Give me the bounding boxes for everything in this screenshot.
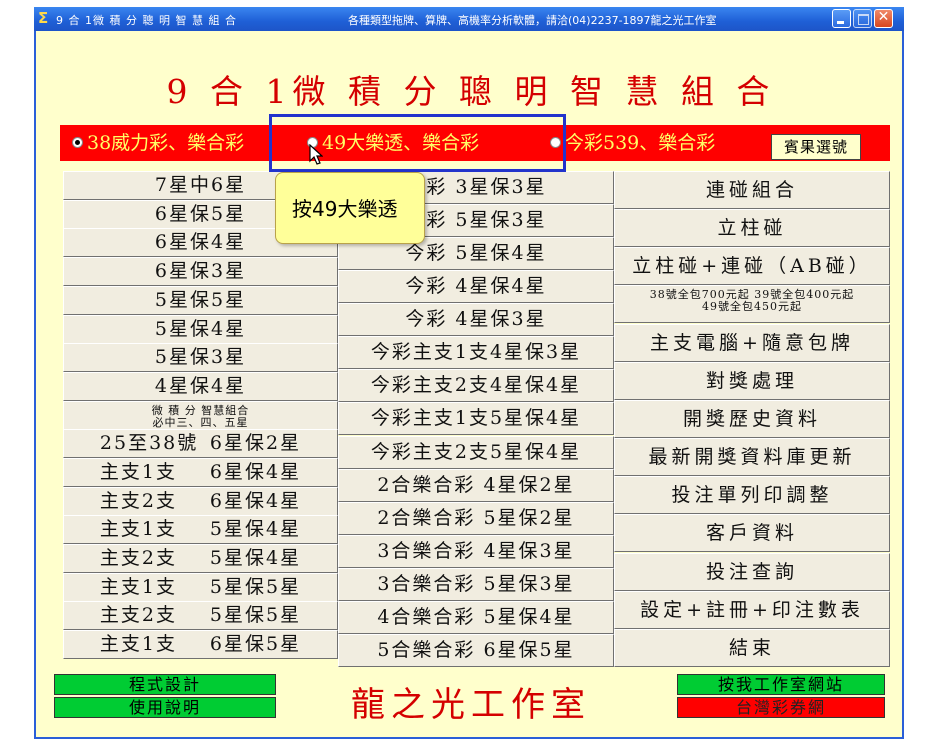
combo-button[interactable]: 5星保4星 [63, 315, 338, 344]
app-window: Σ 9 合 1微 積 分 聰 明 智 慧 組 合 各種類型拖牌、算牌、高機率分析… [34, 7, 904, 739]
window-title-ad: 各種類型拖牌、算牌、高機率分析軟體，請洽(04)2237-1897龍之光工作室 [348, 14, 717, 27]
combo-rule-label: 6星保4星 [209, 461, 302, 483]
full-pack-price-button[interactable]: 38號全包700元起 39號全包400元起 49號全包450元起 [614, 285, 890, 323]
function-button[interactable]: 連碰組合 [614, 171, 890, 209]
combo-scope-label: 主支1支 [99, 576, 177, 598]
combo-rule-label: 5星保5星 [209, 576, 302, 598]
combo-scope-label: 主支1支 [99, 518, 177, 540]
combo-scope-label: 主支1支 [99, 633, 177, 655]
daily-combo-button[interactable]: 今彩主支2支4星保4星 [338, 369, 614, 402]
footer: 程式設計 使用說明 龍之光工作室 按我工作室網站 台灣彩券網 [36, 667, 906, 739]
radio-dot-icon [72, 136, 83, 148]
daily-combo-button[interactable]: 今彩主支1支5星保4星 [338, 402, 614, 435]
main-title: 9 合 1微 積 分 聰 明 智 慧 組 合 [166, 72, 776, 111]
combo-button[interactable]: 主支1支 5星保4星 [63, 515, 338, 544]
combo-button[interactable]: 6星保3星 [63, 257, 338, 286]
function-button[interactable]: 立柱碰+連碰（AB碰） [614, 247, 890, 285]
function-button[interactable]: 結束 [614, 629, 890, 667]
combo-button[interactable]: 5星保5星 [63, 286, 338, 315]
function-grid: 7星中6星 6星保5星 6星保4星 6星保3星 5星保5星 5星保4星 5星保3星 4星保4星… [63, 171, 890, 667]
function-button[interactable]: 投注單列印調整 [614, 476, 890, 514]
combo-scope-label: 25至38號 [99, 432, 199, 454]
combo-rule-label: 6星保2星 [209, 432, 302, 454]
close-icon: ✕ [877, 9, 890, 25]
title-bar[interactable]: Σ 9 合 1微 積 分 聰 明 智 慧 組 合 各種類型拖牌、算牌、高機率分析… [34, 7, 904, 31]
daily-combo-button[interactable]: 今彩 4星保3星 [338, 303, 614, 336]
daily-combo-button[interactable]: 2合樂合彩 4星保2星 [338, 469, 614, 502]
radio-label: 今彩539、樂合彩 [565, 132, 716, 154]
function-button[interactable]: 最新開獎資料庫更新 [614, 438, 890, 476]
bingo-pick-button[interactable]: 賓果選號 [771, 134, 861, 160]
daily-combo-button[interactable]: 3合樂合彩 4星保3星 [338, 535, 614, 568]
combo-button[interactable]: 5星保3星 [63, 343, 338, 372]
combo-rule-label: 6星保5星 [209, 633, 302, 655]
combo-rule-label: 6星保4星 [209, 490, 302, 512]
calculus-combo-button[interactable]: 微 積 分 智慧組合 必中三、四、五星 [63, 401, 338, 430]
calculus-combo-label: 必中三、四、五星 [152, 416, 249, 429]
maximize-button[interactable] [853, 9, 872, 28]
taiwan-lottery-button[interactable]: 台灣彩券網 [677, 697, 885, 718]
combo-button[interactable]: 主支1支 5星保5星 [63, 573, 338, 602]
daily-combo-button[interactable]: 5合樂合彩 6星保5星 [338, 634, 614, 667]
function-button[interactable]: 主支電腦+隨意包牌 [614, 324, 890, 362]
daily-combo-button[interactable]: 今彩 4星保4星 [338, 270, 614, 303]
usage-guide-button[interactable]: 使用說明 [54, 697, 276, 718]
combo-button[interactable]: 4星保4星 [63, 372, 338, 401]
mouse-cursor-icon [309, 144, 323, 165]
function-button[interactable]: 客戶資料 [614, 514, 890, 552]
combo-scope-label: 主支2支 [99, 547, 177, 569]
sigma-app-icon: Σ [38, 9, 49, 27]
minimize-button[interactable] [832, 9, 851, 28]
combo-button[interactable]: 主支2支 6星保4星 [63, 487, 338, 516]
price-info-label: 49號全包450元起 [702, 300, 802, 313]
window-title: 9 合 1微 積 分 聰 明 智 慧 組 合 [56, 14, 237, 27]
radio-label: 38威力彩、樂合彩 [87, 132, 245, 154]
studio-website-button[interactable]: 按我工作室網站 [677, 674, 885, 695]
tooltip-callout: 按49大樂透 [275, 172, 425, 244]
combo-button[interactable]: 主支1支 6星保5星 [63, 630, 338, 659]
daily-combo-button[interactable]: 3合樂合彩 5星保3星 [338, 568, 614, 601]
function-button[interactable]: 對獎處理 [614, 362, 890, 400]
function-button[interactable]: 開獎歷史資料 [614, 400, 890, 438]
combo-button[interactable]: 主支2支 5星保5星 [63, 601, 338, 630]
daily-combo-button[interactable]: 今彩主支2支5星保4星 [338, 436, 614, 469]
combo-rule-label: 5星保4星 [209, 518, 302, 540]
function-button[interactable]: 立柱碰 [614, 209, 890, 247]
close-button[interactable]: ✕ [874, 9, 893, 28]
combo-button[interactable]: 主支1支 6星保4星 [63, 458, 338, 487]
combo-scope-label: 主支1支 [99, 461, 177, 483]
combo-rule-label: 5星保4星 [209, 547, 302, 569]
radio-539-daily[interactable]: 今彩539、樂合彩 [550, 132, 715, 154]
function-button[interactable]: 設定+註冊+印注數表 [614, 591, 890, 629]
combo-rule-label: 5星保5星 [209, 604, 302, 626]
studio-name: 龍之光工作室 [351, 685, 591, 725]
daily-combo-button[interactable]: 2合樂合彩 5星保2星 [338, 502, 614, 535]
combo-scope-label: 主支2支 [99, 604, 177, 626]
combo-button[interactable]: 25至38號 6星保2星 [63, 429, 338, 458]
program-design-button[interactable]: 程式設計 [54, 674, 276, 695]
daily-combo-button[interactable]: 4合樂合彩 5星保4星 [338, 601, 614, 634]
daily-combo-button[interactable]: 今彩主支1支4星保3星 [338, 336, 614, 369]
combo-scope-label: 主支2支 [99, 490, 177, 512]
radio-38-power[interactable]: 38威力彩、樂合彩 [72, 132, 244, 154]
combo-button[interactable]: 主支2支 5星保4星 [63, 544, 338, 573]
function-button[interactable]: 投注查詢 [614, 553, 890, 591]
